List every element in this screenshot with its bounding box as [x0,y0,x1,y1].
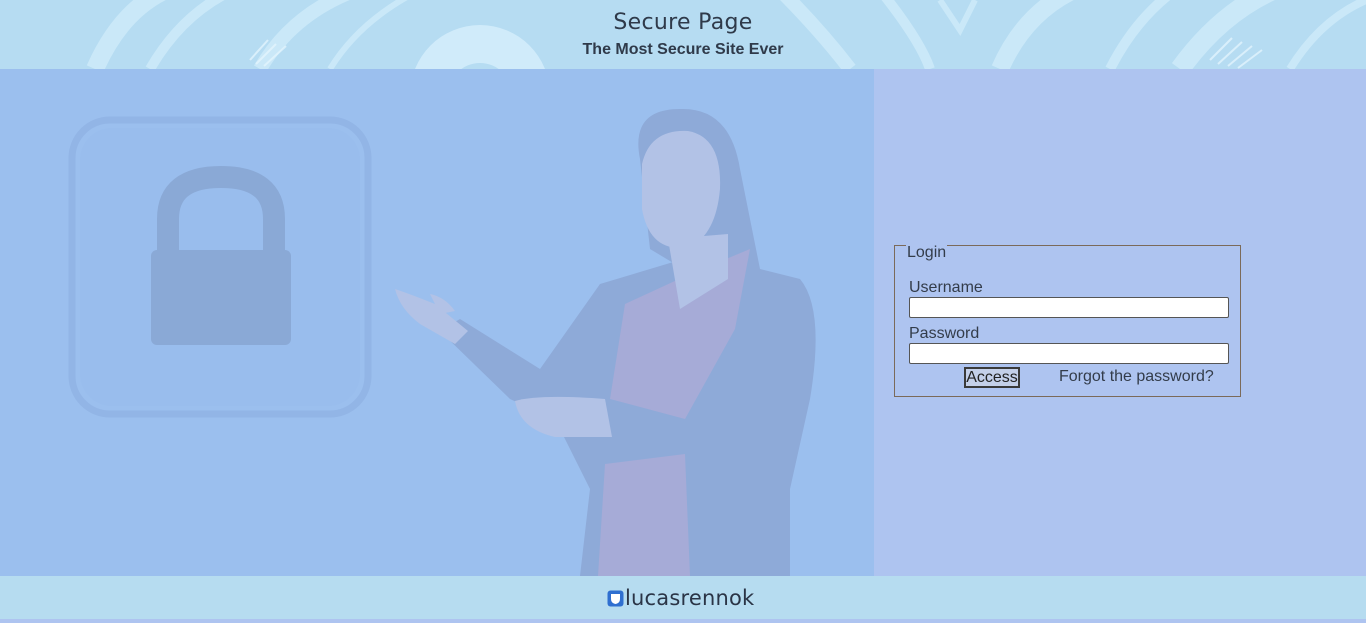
access-button[interactable]: Access [963,366,1021,389]
username-label: Username [909,279,983,296]
footer-brand-name: lucasrennok [625,586,755,610]
username-input[interactable] [909,297,1229,318]
shield-logo-icon [607,590,624,606]
footer-bottom-strip [0,619,1366,623]
presenter-woman-illustration [395,108,816,576]
password-input[interactable] [909,343,1229,364]
hero-illustration [68,108,816,576]
page-header: Secure Page The Most Secure Site Ever [0,0,1366,69]
footer-brand-link[interactable]: lucasrennok [607,584,754,612]
site-subtitle: The Most Secure Site Ever [582,41,784,58]
forgot-password-link[interactable]: Forgot the password? [1059,368,1214,386]
padlock-icon [68,116,372,418]
site-title: Secure Page [613,10,753,35]
hero-illustration-panel [0,69,874,576]
login-legend: Login [906,244,948,262]
password-label: Password [909,325,980,342]
